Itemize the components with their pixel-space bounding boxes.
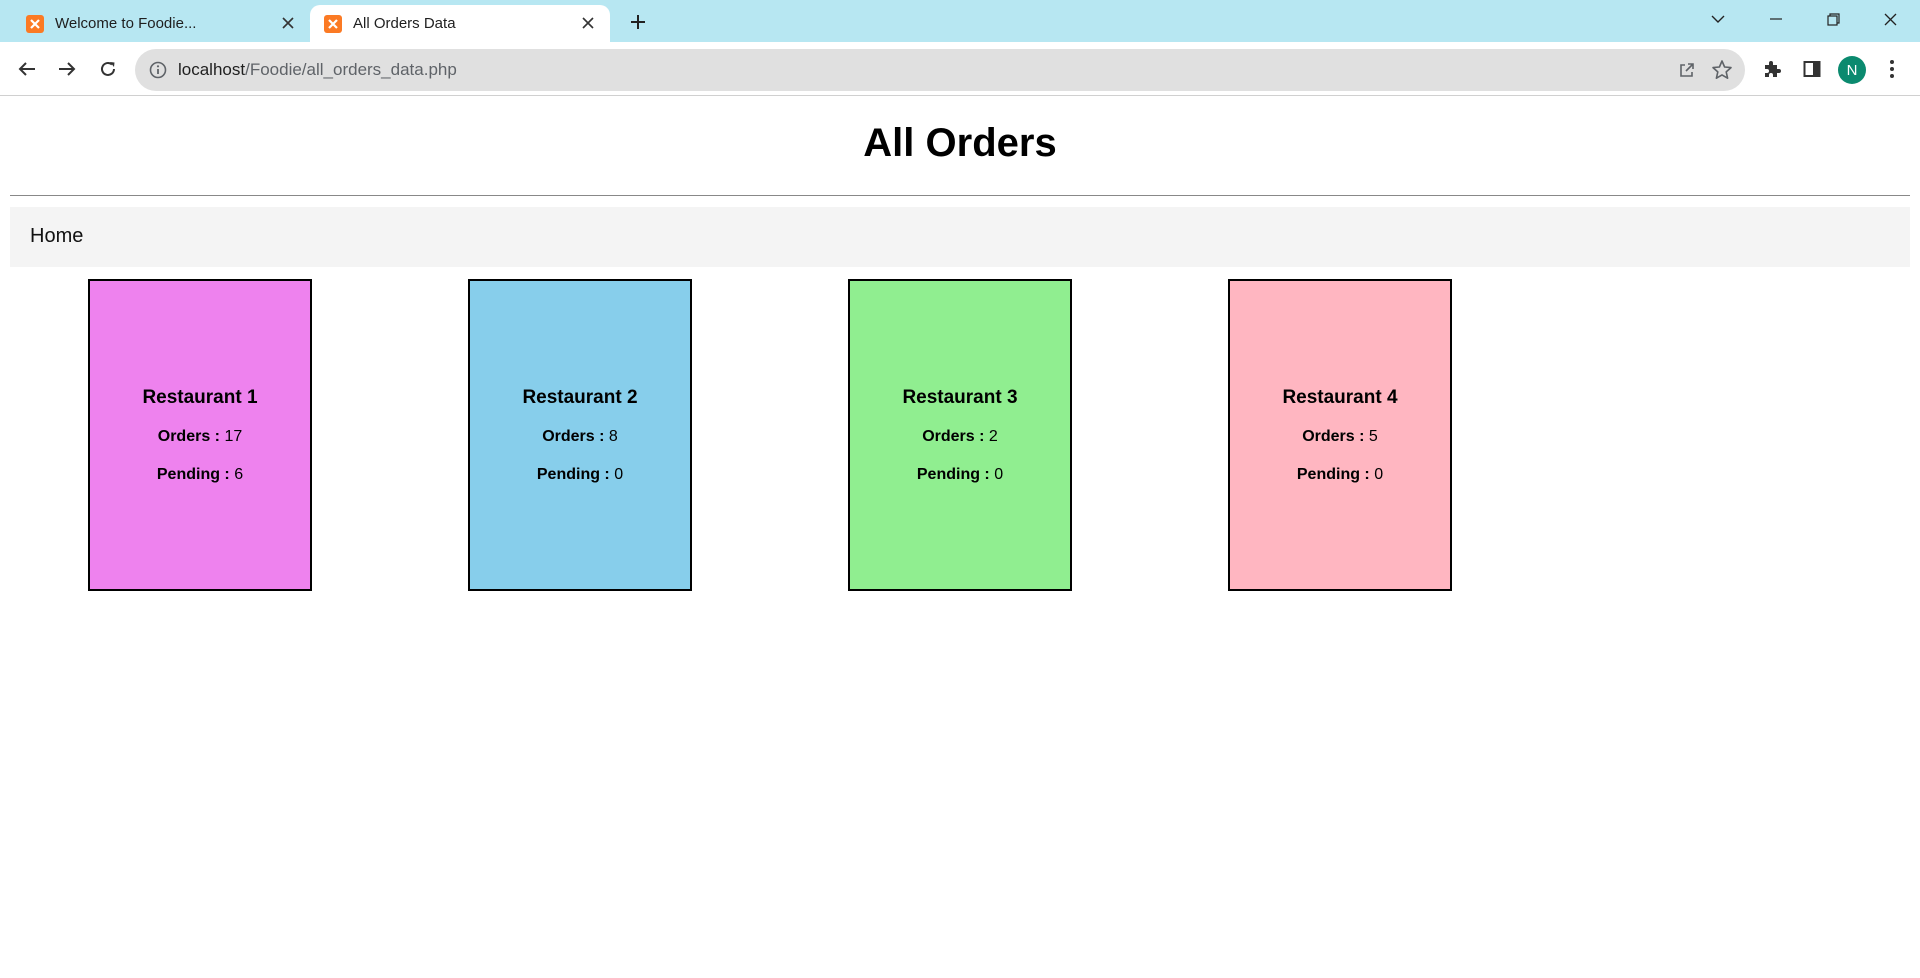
puzzle-icon bbox=[1765, 61, 1781, 77]
back-button[interactable] bbox=[12, 54, 42, 84]
restaurant-name: Restaurant 1 bbox=[142, 386, 258, 408]
menu-button[interactable] bbox=[1877, 54, 1907, 84]
tab-title: All Orders Data bbox=[353, 15, 456, 32]
xampp-favicon-icon bbox=[324, 15, 342, 33]
pending-count: Pending : 6 bbox=[157, 466, 243, 484]
home-link[interactable]: Home bbox=[30, 225, 83, 248]
restaurant-card: Restaurant 3 Orders : 2 Pending : 0 bbox=[848, 279, 1072, 591]
pending-count: Pending : 0 bbox=[917, 466, 1003, 484]
orders-value: 8 bbox=[608, 427, 618, 445]
share-icon[interactable] bbox=[1677, 60, 1697, 80]
tab-welcome[interactable]: Welcome to Foodie... bbox=[12, 5, 310, 42]
orders-label: Orders : bbox=[922, 427, 985, 445]
orders-value: 17 bbox=[224, 427, 243, 445]
orders-value: 2 bbox=[988, 427, 998, 445]
orders-label: Orders : bbox=[1302, 427, 1365, 445]
restore-icon bbox=[1826, 12, 1840, 26]
restaurant-card: Restaurant 4 Orders : 5 Pending : 0 bbox=[1228, 279, 1452, 591]
orders-count: Orders : 8 bbox=[542, 428, 618, 446]
address-bar[interactable]: localhost/Foodie/all_orders_data.php bbox=[135, 49, 1745, 91]
orders-label: Orders : bbox=[542, 427, 605, 445]
orders-label: Orders : bbox=[157, 427, 220, 445]
url-text[interactable]: localhost/Foodie/all_orders_data.php bbox=[178, 60, 457, 80]
minimize-icon bbox=[1770, 18, 1782, 20]
forward-button[interactable] bbox=[52, 54, 82, 84]
pending-count: Pending : 0 bbox=[1297, 466, 1383, 484]
orders-count: Orders : 17 bbox=[158, 428, 243, 446]
kebab-menu-icon bbox=[1890, 60, 1894, 78]
tab-strip: Welcome to Foodie... All Orders Data bbox=[0, 0, 1920, 42]
orders-count: Orders : 5 bbox=[1302, 428, 1378, 446]
close-tab-icon[interactable] bbox=[578, 13, 598, 33]
close-icon bbox=[1884, 13, 1896, 25]
restore-button[interactable] bbox=[1805, 0, 1861, 38]
restaurant-card: Restaurant 1 Orders : 17 Pending : 6 bbox=[88, 279, 312, 591]
pending-value: 0 bbox=[614, 465, 624, 483]
pending-value: 0 bbox=[1374, 465, 1384, 483]
orders-count: Orders : 2 bbox=[922, 428, 998, 446]
pending-label: Pending : bbox=[536, 465, 610, 483]
nav-bar: Home bbox=[10, 207, 1910, 267]
url-path: /Foodie/all_orders_data.php bbox=[245, 60, 457, 79]
tab-title: Welcome to Foodie... bbox=[55, 15, 197, 32]
tab-all-orders[interactable]: All Orders Data bbox=[310, 5, 610, 42]
reload-button[interactable] bbox=[93, 54, 123, 84]
browser-toolbar: localhost/Foodie/all_orders_data.php N bbox=[0, 42, 1920, 96]
chevron-down-icon bbox=[1711, 15, 1725, 23]
pending-label: Pending : bbox=[156, 465, 230, 483]
extensions-button[interactable] bbox=[1757, 54, 1787, 84]
pending-value: 6 bbox=[234, 465, 244, 483]
restaurant-name: Restaurant 2 bbox=[522, 386, 638, 408]
orders-value: 5 bbox=[1368, 427, 1378, 445]
pending-value: 0 bbox=[994, 465, 1004, 483]
restaurant-card: Restaurant 2 Orders : 8 Pending : 0 bbox=[468, 279, 692, 591]
arrow-right-icon bbox=[59, 62, 76, 76]
tab-search-button[interactable] bbox=[1690, 0, 1746, 38]
close-window-button[interactable] bbox=[1862, 0, 1918, 38]
url-host: localhost bbox=[178, 60, 246, 79]
reload-icon bbox=[101, 61, 115, 76]
info-icon[interactable] bbox=[149, 61, 167, 79]
side-panel-icon bbox=[1803, 61, 1821, 77]
horizontal-divider bbox=[10, 195, 1910, 196]
pending-count: Pending : 0 bbox=[537, 466, 623, 484]
pending-label: Pending : bbox=[1296, 465, 1370, 483]
page-title: All Orders bbox=[863, 121, 1057, 165]
side-panel-button[interactable] bbox=[1797, 54, 1827, 84]
pending-label: Pending : bbox=[916, 465, 990, 483]
minimize-button[interactable] bbox=[1748, 0, 1804, 38]
new-tab-button[interactable] bbox=[624, 8, 652, 36]
profile-avatar[interactable]: N bbox=[1838, 56, 1866, 84]
page-content: All Orders Home Restaurant 1 Orders : 17… bbox=[0, 97, 1920, 978]
bookmark-star-icon[interactable] bbox=[1711, 59, 1733, 81]
close-tab-icon[interactable] bbox=[278, 13, 298, 33]
restaurant-name: Restaurant 3 bbox=[902, 386, 1018, 408]
arrow-left-icon bbox=[18, 62, 35, 76]
restaurant-name: Restaurant 4 bbox=[1282, 386, 1398, 408]
xampp-favicon-icon bbox=[26, 15, 44, 33]
plus-icon bbox=[631, 15, 645, 29]
